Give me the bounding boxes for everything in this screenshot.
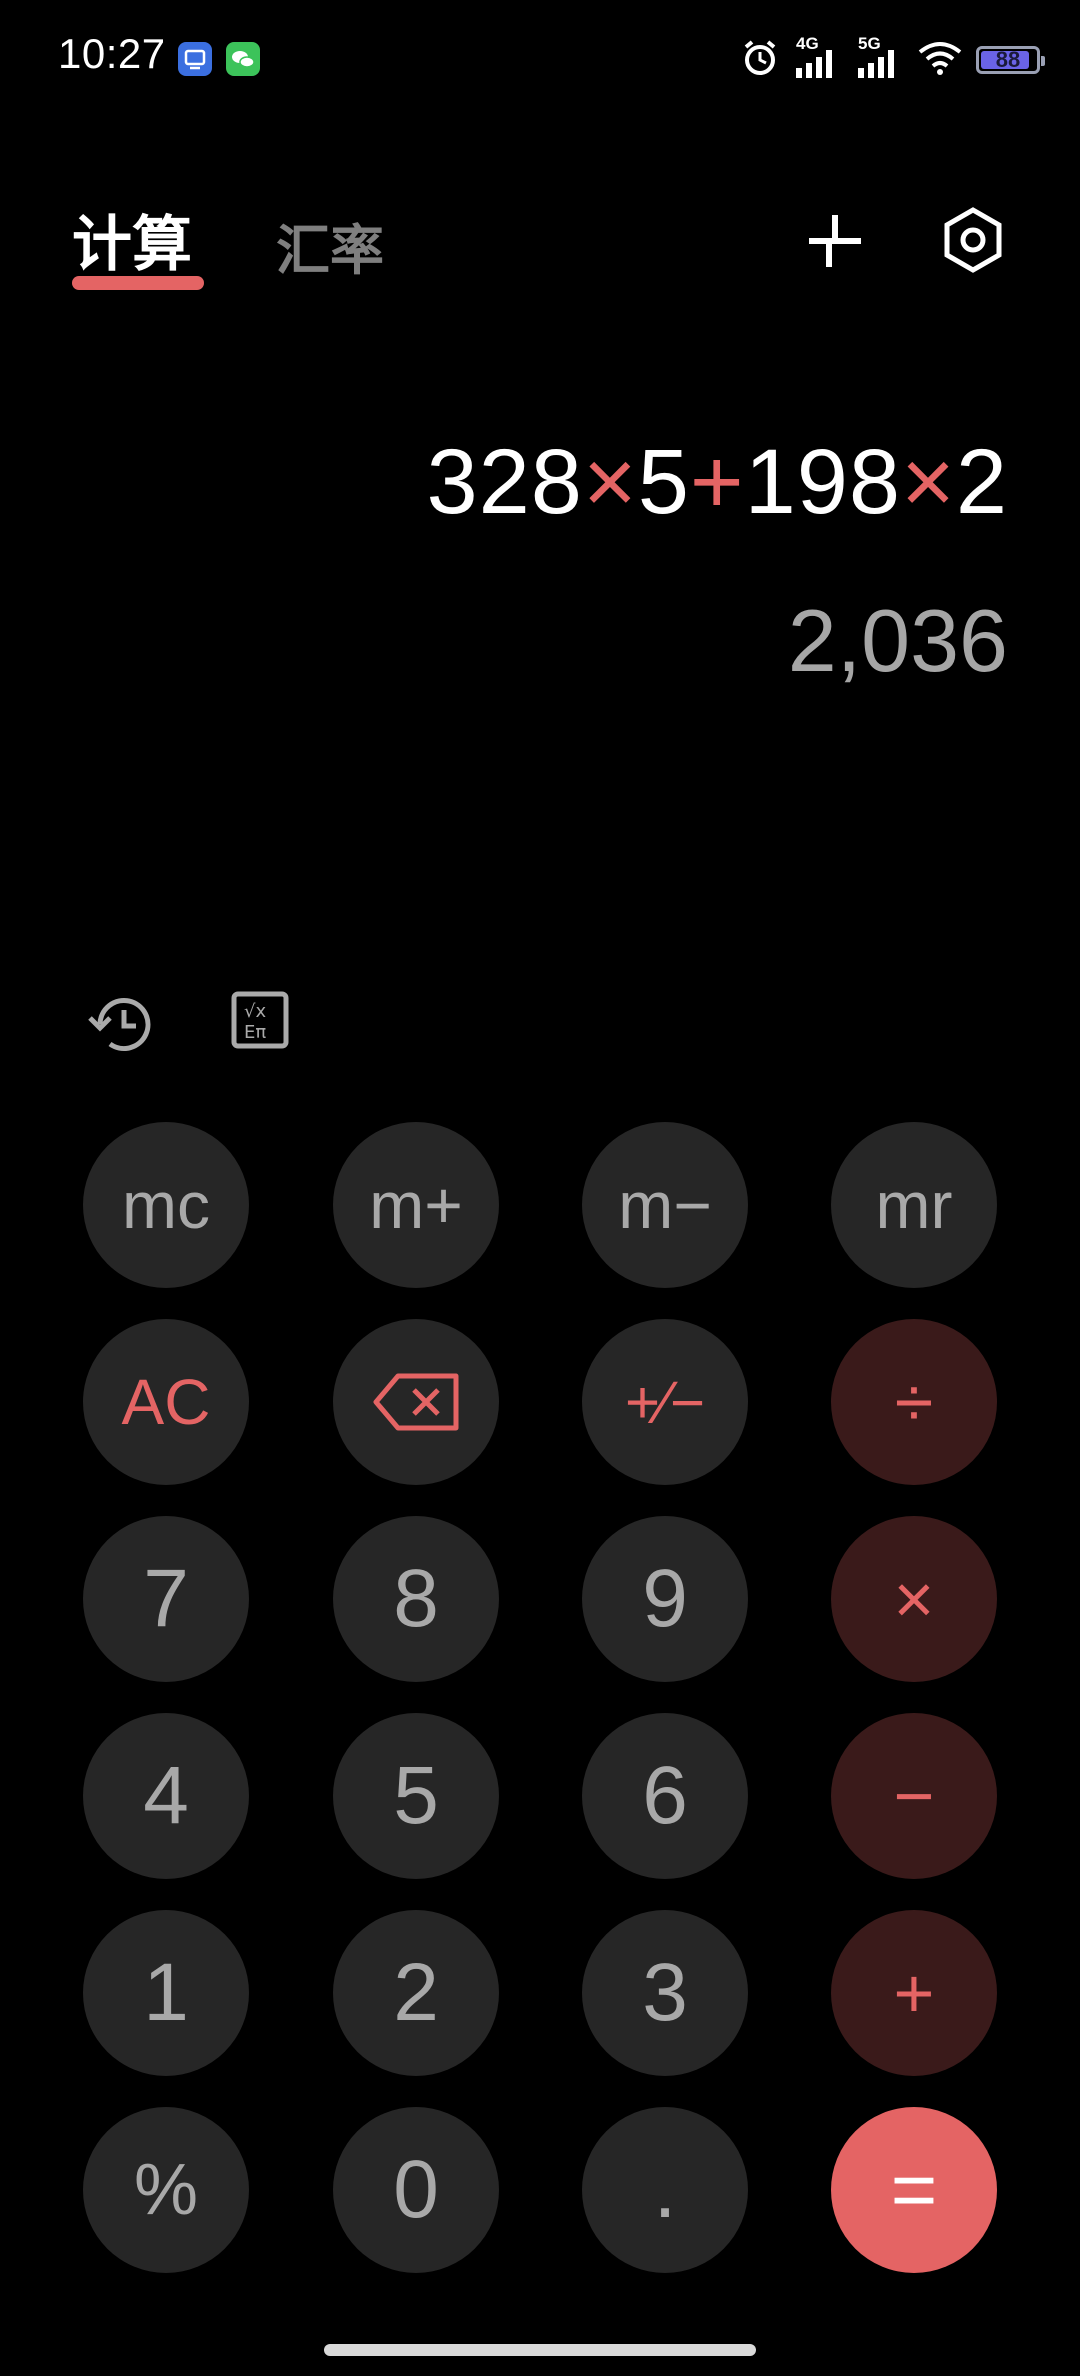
decimal-point-button[interactable]: . (582, 2107, 748, 2273)
expr-operator: × (582, 431, 638, 533)
key-label: 2 (393, 1947, 439, 2038)
compact-mode-button[interactable] (800, 206, 870, 276)
memory-clear-button[interactable]: mc (83, 1122, 249, 1288)
status-bar: 10:27 4G 5G 88 (0, 0, 1080, 120)
key-label: − (893, 1757, 935, 1835)
multiply-button[interactable]: × (831, 1516, 997, 1682)
expr-number: 198 (744, 431, 902, 533)
key-label: mc (122, 1168, 210, 1242)
battery-level: 88 (995, 47, 1021, 72)
svg-text:√x: √x (244, 1001, 266, 1022)
digit-7-button[interactable]: 7 (83, 1516, 249, 1682)
key-label: 4 (143, 1750, 189, 1841)
expression-display: 328×5+198×2 (426, 430, 1008, 535)
alarm-icon (740, 38, 780, 82)
wifi-icon (918, 40, 962, 80)
divide-button[interactable]: ÷ (831, 1319, 997, 1485)
collapse-icon (809, 215, 861, 267)
key-label: m− (618, 1168, 712, 1242)
key-label: 8 (393, 1553, 439, 1644)
signal-4g-icon: 4G (794, 34, 842, 82)
digit-8-button[interactable]: 8 (333, 1516, 499, 1682)
active-tab-indicator (72, 276, 204, 290)
memory-subtract-button[interactable]: m− (582, 1122, 748, 1288)
wechat-icon (226, 42, 260, 76)
key-label: mr (875, 1168, 953, 1242)
key-label: 0 (393, 2144, 439, 2235)
digit-4-button[interactable]: 4 (83, 1713, 249, 1879)
equals-button[interactable]: = (831, 2107, 997, 2273)
add-button[interactable]: + (831, 1910, 997, 2076)
key-label: ÷ (894, 1363, 934, 1441)
expr-number: 2 (955, 431, 1008, 533)
key-label: + (893, 1954, 935, 2032)
key-label: 1 (143, 1947, 189, 2038)
settings-button[interactable] (938, 204, 1008, 276)
app-notification-icon (178, 42, 212, 76)
history-icon (88, 998, 151, 1051)
expr-operator: + (689, 431, 745, 533)
expr-number: 5 (637, 431, 690, 533)
digit-2-button[interactable]: 2 (333, 1910, 499, 2076)
memory-add-button[interactable]: m+ (333, 1122, 499, 1288)
expr-number: 328 (426, 431, 583, 533)
battery-icon: 88 (976, 46, 1045, 74)
key-label: +∕− (624, 1368, 706, 1436)
status-icons: 4G 5G 88 (740, 34, 1045, 84)
tab-exchange-rate[interactable]: 汇率 (276, 206, 384, 285)
sign-toggle-button[interactable]: +∕− (582, 1319, 748, 1485)
digit-6-button[interactable]: 6 (582, 1713, 748, 1879)
all-clear-button[interactable]: AC (83, 1319, 249, 1485)
key-label: 3 (642, 1947, 688, 2038)
scientific-mode-button[interactable]: √x Eπ (226, 986, 294, 1054)
key-label: 6 (642, 1750, 688, 1841)
key-label: 9 (642, 1553, 688, 1644)
result-display: 2,036 (787, 591, 1008, 690)
key-label: 5 (393, 1750, 439, 1841)
backspace-button[interactable] (333, 1319, 499, 1485)
key-label: AC (121, 1366, 211, 1438)
digit-3-button[interactable]: 3 (582, 1910, 748, 2076)
key-label: . (653, 2144, 677, 2235)
percent-button[interactable]: % (83, 2107, 249, 2273)
tab-calculator[interactable]: 计算 (72, 196, 192, 283)
home-indicator[interactable] (324, 2344, 756, 2356)
history-button[interactable] (84, 986, 160, 1062)
signal-5g-icon: 5G (856, 34, 904, 82)
digit-9-button[interactable]: 9 (582, 1516, 748, 1682)
digit-5-button[interactable]: 5 (333, 1713, 499, 1879)
digit-0-button[interactable]: 0 (333, 2107, 499, 2273)
key-label: 7 (143, 1553, 189, 1644)
backspace-icon (373, 1373, 459, 1431)
svg-text:Eπ: Eπ (244, 1022, 266, 1043)
status-time: 10:27 (58, 30, 166, 77)
subtract-button[interactable]: − (831, 1713, 997, 1879)
key-label: m+ (369, 1168, 463, 1242)
scientific-functions-icon: √x Eπ (231, 991, 289, 1049)
key-label: % (133, 2150, 199, 2230)
memory-recall-button[interactable]: mr (831, 1122, 997, 1288)
expr-operator: × (901, 431, 956, 533)
key-label: × (893, 1560, 935, 1638)
key-label: = (890, 2145, 938, 2234)
settings-hexagon-icon (944, 207, 1002, 273)
digit-1-button[interactable]: 1 (83, 1910, 249, 2076)
